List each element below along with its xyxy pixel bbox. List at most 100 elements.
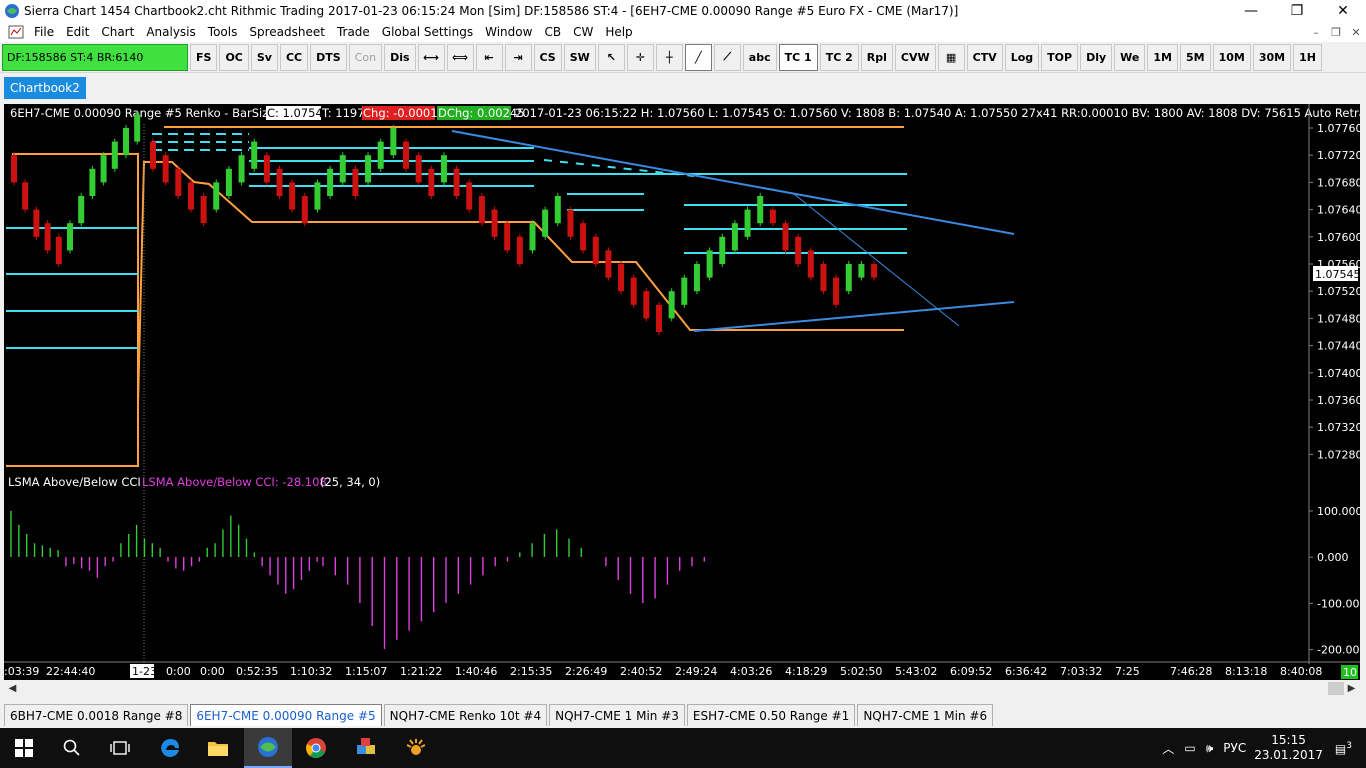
toolbar-button-1h[interactable]: 1H <box>1293 43 1322 71</box>
menu-cb[interactable]: CB <box>538 25 567 39</box>
menu-window[interactable]: Window <box>479 25 538 39</box>
chart-tab-6eh7[interactable]: 6EH7-CME 0.00090 Range #5 <box>190 704 382 726</box>
toolbar-button-cs[interactable]: CS <box>533 43 562 71</box>
candle <box>478 196 485 224</box>
mdi-close-icon[interactable]: ✕ <box>1346 22 1366 42</box>
toolbar-button-tc-2[interactable]: TC 2 <box>819 43 859 71</box>
toolbar-button-log[interactable]: Log <box>1004 43 1040 71</box>
chart-window-icon[interactable] <box>8 24 24 40</box>
chart-tab-nqh7-1min-3[interactable]: NQH7-CME 1 Min #3 <box>549 704 685 726</box>
language-indicator[interactable]: РУС <box>1223 741 1246 755</box>
toolbar-button-10m[interactable]: 10M <box>1212 43 1251 71</box>
minimize-icon[interactable]: — <box>1228 0 1274 22</box>
title-bar: Sierra Chart 1454 Chartbook2.cht Rithmic… <box>0 0 1366 22</box>
tpo-icon[interactable]: ▦ <box>937 43 965 71</box>
candle <box>542 209 549 237</box>
toolbar-button-rpl[interactable]: Rpl <box>860 43 893 71</box>
trendline-steep[interactable] <box>793 193 960 327</box>
menu-chart[interactable]: Chart <box>95 25 140 39</box>
toolbar-button-top[interactable]: TOP <box>1041 43 1079 71</box>
chart-tab-nqh7-1min-6[interactable]: NQH7-CME 1 Min #6 <box>857 704 994 726</box>
zoom-x-icon[interactable]: ⟷ <box>417 43 445 71</box>
toolbar-button-sv[interactable]: Sv <box>250 43 278 71</box>
menu-trade[interactable]: Trade <box>331 25 376 39</box>
menu-analysis[interactable]: Analysis <box>140 25 201 39</box>
chrome-icon[interactable] <box>292 728 340 768</box>
search-icon[interactable] <box>48 728 96 768</box>
toolbar-button-5m[interactable]: 5M <box>1179 43 1211 71</box>
cursor-v-icon[interactable]: ┼ <box>655 43 683 71</box>
zoom-in-icon[interactable]: ⟺ <box>446 43 474 71</box>
scroll-right-icon[interactable]: ▶ <box>1343 680 1360 697</box>
edge-icon[interactable] <box>146 728 194 768</box>
menu-file[interactable]: File <box>28 25 60 39</box>
menu-tools[interactable]: Tools <box>202 25 244 39</box>
scroll-corner-label: 10 <box>1343 666 1357 679</box>
chart-tab-nqh7-renko[interactable]: NQH7-CME Renko 10t #4 <box>383 704 548 726</box>
toolbar-button-dly[interactable]: Dly <box>1080 43 1113 71</box>
ray-tool-icon[interactable]: ⟋ <box>713 43 741 71</box>
notifications-icon[interactable]: ▤3 <box>1335 741 1352 756</box>
price-label: 1.07280 <box>1317 448 1360 461</box>
scroll-thumb[interactable] <box>1328 682 1344 695</box>
toolbar-button-oc[interactable]: OC <box>219 43 249 71</box>
toolbar-button-we[interactable]: We <box>1114 43 1146 71</box>
time-label: 6:36:42 <box>1005 665 1047 678</box>
toolbar-button-fs[interactable]: FS <box>190 43 218 71</box>
candle <box>403 141 409 169</box>
scroll-right-icon[interactable]: ⇥ <box>504 43 532 71</box>
crosshair-icon[interactable]: ✛ <box>626 43 654 71</box>
mdi-restore-icon[interactable]: ❐ <box>1326 22 1346 42</box>
scroll-left-icon[interactable]: ◀ <box>4 680 21 697</box>
menu-help[interactable]: Help <box>599 25 638 39</box>
toolbar-button-tc-1[interactable]: TC 1 <box>778 43 818 71</box>
trendline-lower[interactable] <box>693 301 1015 332</box>
chart-tab-6bh7[interactable]: 6BH7-CME 0.0018 Range #8 <box>4 704 189 726</box>
toolbar-button-con[interactable]: Con <box>348 43 383 71</box>
file-explorer-icon[interactable] <box>194 728 242 768</box>
menu-spreadsheet[interactable]: Spreadsheet <box>243 25 331 39</box>
candle <box>440 155 447 183</box>
toolbar-button-dts[interactable]: DTS <box>310 43 347 71</box>
candle <box>643 291 650 319</box>
sierra-chart-taskbar-icon[interactable] <box>244 728 292 768</box>
trendline-upper[interactable] <box>451 130 1015 235</box>
task-view-icon[interactable] <box>96 728 144 768</box>
clock[interactable]: 15:15 23.01.2017 <box>1254 733 1323 763</box>
chartbook-tab[interactable]: Chartbook2 <box>4 77 86 99</box>
toolbar-button-cc[interactable]: CC <box>279 43 309 71</box>
menu-cw[interactable]: CW <box>567 25 599 39</box>
chart-window[interactable]: 6EH7-CME 0.00090 Range #5 Renko - BarSiz… <box>4 104 1360 680</box>
start-icon[interactable] <box>0 728 48 768</box>
chart-overlays <box>6 124 1015 664</box>
chart-canvas[interactable]: 6EH7-CME 0.00090 Range #5 Renko - BarSiz… <box>4 104 1360 680</box>
line-tool-icon[interactable]: ╱ <box>684 43 712 71</box>
toolbar-button-1m[interactable]: 1M <box>1147 43 1178 71</box>
chart-tabs: 6BH7-CME 0.0018 Range #8 6EH7-CME 0.0009… <box>0 702 1366 726</box>
app-boxes-icon[interactable] <box>342 728 390 768</box>
horizontal-scrollbar[interactable]: ◀ ▶ <box>4 680 1360 697</box>
connection-status[interactable]: DF:158586 ST:4 BR:6140 <box>2 43 188 71</box>
window-controls: — ❐ ✕ <box>1228 0 1366 22</box>
menu-edit[interactable]: Edit <box>60 25 95 39</box>
time-label: 1:15:07 <box>345 665 387 678</box>
mdi-minimize-icon[interactable]: – <box>1306 22 1326 42</box>
volume-icon[interactable]: 🕪 <box>1206 741 1214 756</box>
tray-chevron-icon[interactable]: ︿ <box>1162 740 1174 757</box>
pointer-icon[interactable]: ↖ <box>597 43 625 71</box>
toolbar-button-dis[interactable]: Dis <box>384 43 416 71</box>
candle <box>89 168 96 196</box>
toolbar-button-30m[interactable]: 30M <box>1252 43 1292 71</box>
chart-tab-esh7[interactable]: ESH7-CME 0.50 Range #1 <box>686 704 856 726</box>
close-icon[interactable]: ✕ <box>1320 0 1366 22</box>
candle <box>845 264 852 292</box>
menu-global-settings[interactable]: Global Settings <box>376 25 479 39</box>
toolbar-button-cvw[interactable]: CVW <box>894 43 936 71</box>
toolbar-button-ctv[interactable]: CTV <box>966 43 1003 71</box>
scroll-left-icon[interactable]: ⇤ <box>475 43 503 71</box>
toolbar-button-sw[interactable]: SW <box>563 43 596 71</box>
restore-icon[interactable]: ❐ <box>1274 0 1320 22</box>
app-sun-icon[interactable] <box>392 728 440 768</box>
toolbar-button-abc[interactable]: abc <box>742 43 777 71</box>
network-icon[interactable]: ▭ <box>1184 741 1195 755</box>
